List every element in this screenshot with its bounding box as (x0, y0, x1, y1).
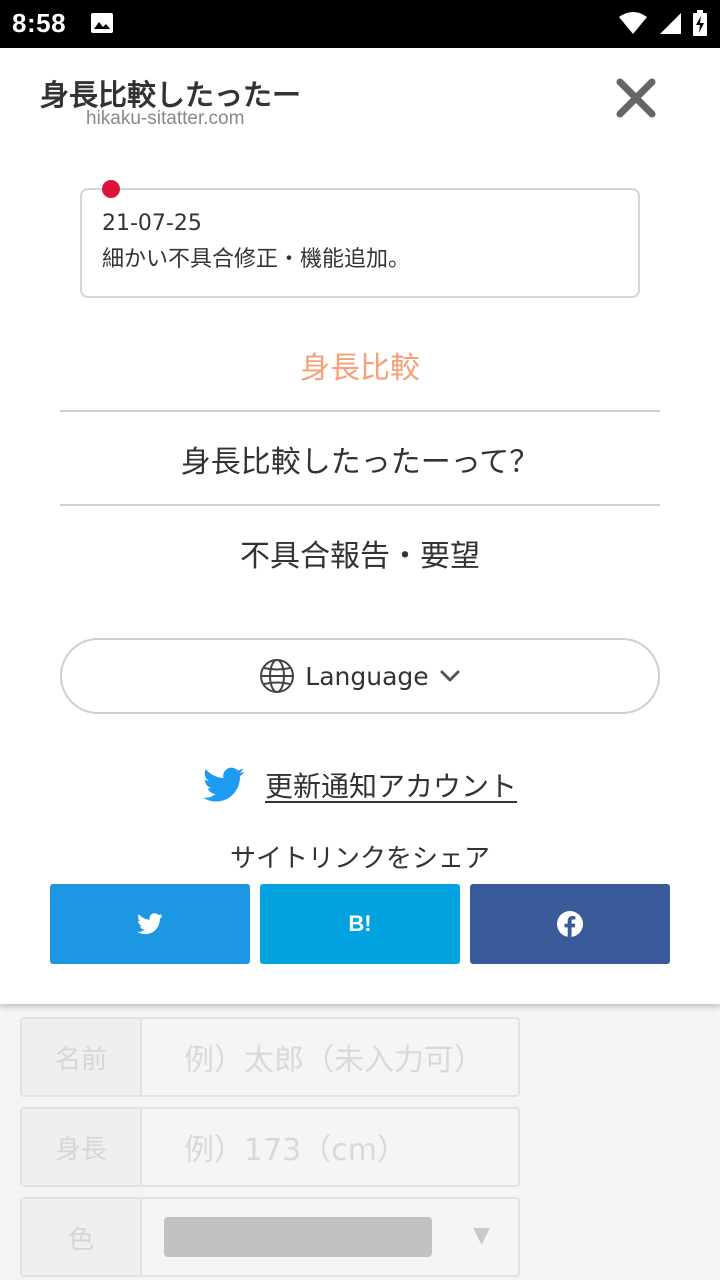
status-bar: 8:58 (0, 0, 720, 48)
share-twitter-button[interactable] (50, 884, 250, 964)
status-icons (618, 10, 708, 36)
battery-charging-icon (693, 10, 707, 36)
update-account-row: 更新通知アカウント (0, 760, 720, 810)
height-label: 身長 (22, 1109, 142, 1185)
language-button[interactable]: Language (60, 638, 660, 714)
globe-icon (260, 659, 295, 693)
chevron-down-icon (440, 670, 460, 682)
image-notification-icon (91, 13, 113, 33)
signal-icon (660, 13, 681, 34)
menu-item-height-compare[interactable]: 身長比較 (60, 318, 660, 412)
close-icon[interactable] (612, 74, 660, 122)
color-row: 色 ▼ (20, 1197, 520, 1277)
height-input[interactable]: 例）173（cm） (164, 1109, 518, 1185)
menu-item-bug-report[interactable]: 不具合報告・要望 (60, 506, 660, 600)
share-title: サイトリンクをシェア (229, 844, 490, 874)
status-time: 8:58 (12, 8, 67, 38)
news-text: 細かい不具合修正・機能追加。 (102, 247, 411, 272)
facebook-icon (557, 911, 583, 937)
height-row: 身長 例）173（cm） (20, 1107, 520, 1187)
name-label: 名前 (22, 1019, 142, 1095)
color-label: 色 (22, 1199, 142, 1275)
wifi-icon (619, 12, 647, 34)
name-row: 名前 例）太郎（未入力可） (20, 1017, 520, 1097)
menu-item-about[interactable]: 身長比較したったーって？ (60, 412, 660, 506)
language-label: Language (305, 661, 429, 691)
twitter-icon (137, 913, 163, 935)
news-box: 21-07-25 細かい不具合修正・機能追加。 (80, 180, 640, 298)
share-facebook-button[interactable] (470, 884, 670, 964)
site-url: hikaku-sitatter.com (86, 108, 245, 129)
name-input[interactable]: 例）太郎（未入力可） (164, 1019, 518, 1095)
color-select[interactable] (164, 1217, 432, 1257)
share-hatena-button[interactable]: B! (260, 884, 460, 964)
hatena-bookmark-icon: B! (348, 911, 372, 936)
twitter-bird-icon (202, 767, 245, 802)
dropdown-arrow-icon: ▼ (473, 1223, 490, 1248)
new-indicator-dot (102, 180, 120, 198)
news-date: 21-07-25 (102, 211, 202, 236)
background-form: 名前 例）太郎（未入力可） 身長 例）173（cm） 色 ▼ (0, 1003, 720, 1280)
update-account-link[interactable]: 更新通知アカウント (265, 765, 517, 805)
menu-panel: 身長比較したったー hikaku-sitatter.com 21-07-25 細… (0, 48, 720, 1004)
